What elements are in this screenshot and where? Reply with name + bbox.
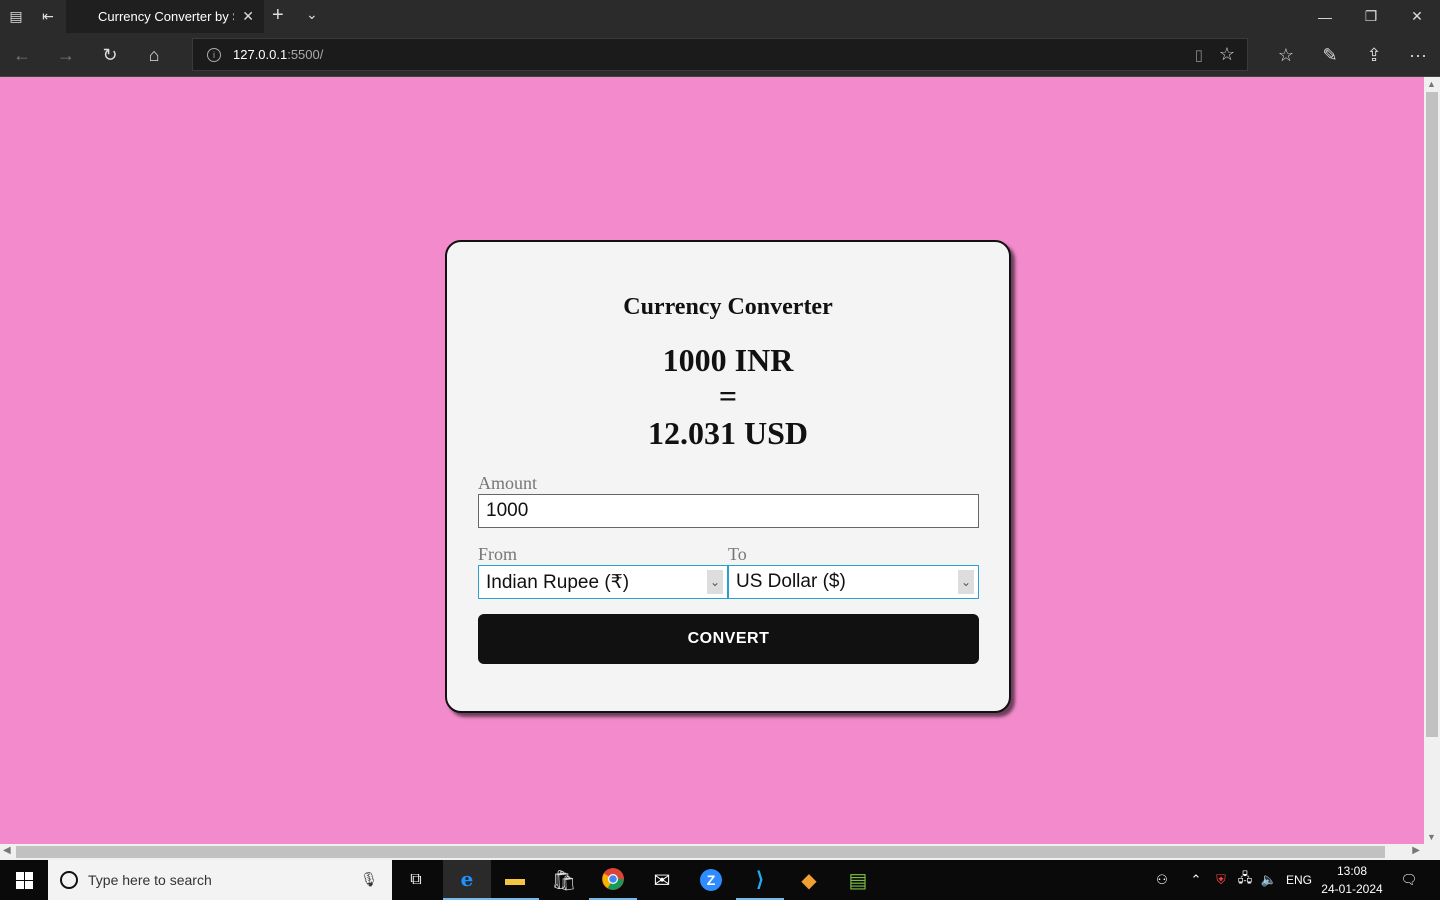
result-to-amount: 12.031 USD [647, 415, 808, 451]
browser-tab[interactable]: Currency Converter by S ✕ [66, 0, 264, 33]
scroll-down-icon[interactable]: ▼ [1427, 832, 1436, 842]
clock-date: 24-01-2024 [1321, 882, 1383, 896]
volume-icon[interactable]: 🔈 [1258, 860, 1280, 900]
from-label: From [478, 544, 518, 564]
address-bar[interactable]: i 127.0.0.1:5500/ ▯ ☆ [192, 38, 1248, 71]
notepad-icon[interactable]: ▤ [834, 860, 882, 900]
chevron-down-icon[interactable]: ⌄ [306, 6, 318, 23]
chevron-up-icon[interactable]: ⌃ [1186, 860, 1206, 900]
to-label: To [728, 544, 747, 564]
chevron-down-icon: ⌄ [958, 570, 974, 594]
mail-icon[interactable]: ✉ [638, 860, 686, 900]
amount-label: Amount [478, 473, 538, 493]
task-view-icon[interactable]: ⧉ [392, 860, 440, 900]
scroll-left-icon[interactable]: ◀ [3, 845, 11, 856]
new-tab-icon[interactable]: + [272, 4, 284, 27]
result-equals: = [718, 378, 738, 414]
cortana-icon [60, 871, 78, 889]
forward-icon[interactable]: → [44, 33, 88, 77]
result-from-amount: 1000 INR [662, 342, 794, 378]
close-tab-icon[interactable]: ✕ [242, 8, 254, 25]
taskbar: Type here to search 🎙 ⧉ e ▬ 🛍 ✉ Z ⟩ ◆ ▤ … [0, 860, 1440, 900]
file-explorer-icon[interactable]: ▬ [491, 860, 539, 900]
zoom-icon[interactable]: Z [687, 860, 735, 900]
minimize-icon[interactable]: — [1302, 0, 1348, 33]
favorites-icon[interactable]: ☆ [1264, 33, 1308, 77]
conversion-result: 1000 INR = 12.031 USD [447, 342, 1009, 452]
page-viewport: Currency Converter 1000 INR = 12.031 USD… [0, 77, 1424, 844]
set-aside-tabs-icon[interactable]: ⇤ [32, 0, 64, 33]
page-title: Currency Converter [623, 294, 833, 320]
svg-text:Z: Z [707, 872, 716, 888]
chevron-down-icon: ⌄ [707, 570, 723, 594]
more-icon[interactable]: ··· [1396, 33, 1440, 77]
converter-card: Currency Converter 1000 INR = 12.031 USD… [445, 240, 1011, 713]
restore-icon[interactable]: ❐ [1348, 0, 1394, 33]
horizontal-scrollbar[interactable]: ◀ ▶ [0, 844, 1440, 860]
pen-notes-icon[interactable]: ✎ [1308, 33, 1352, 77]
horizontal-scroll-thumb[interactable] [16, 846, 1385, 858]
windows-logo-icon [15, 871, 33, 889]
info-icon[interactable]: i [207, 47, 221, 62]
amount-input[interactable]: 1000 [478, 494, 979, 528]
home-icon[interactable]: ⌂ [132, 33, 176, 77]
clock-time: 13:08 [1336, 864, 1368, 878]
microphone-icon[interactable]: 🎙 [360, 871, 378, 888]
tab-title: Currency Converter by S [98, 9, 234, 24]
clock[interactable]: 13:08 24-01-2024 [1316, 862, 1388, 898]
chrome-icon[interactable] [589, 860, 637, 900]
edge-icon[interactable]: e [443, 860, 491, 900]
url-host: 127.0.0.1 [233, 47, 288, 62]
reading-view-icon[interactable]: ▯ [1195, 46, 1203, 64]
taskbar-search[interactable]: Type here to search 🎙 [48, 860, 392, 900]
store-icon[interactable]: 🛍 [540, 860, 588, 900]
start-button[interactable] [0, 860, 48, 900]
vertical-scroll-thumb[interactable] [1426, 92, 1438, 737]
git-icon[interactable]: ◆ [785, 860, 833, 900]
browser-nav-bar: ← → ↻ ⌂ i 127.0.0.1:5500/ ▯ ☆ ☆ ✎ ⇪ ··· [0, 33, 1440, 77]
security-icon[interactable]: ⛨ [1210, 860, 1232, 900]
language-indicator[interactable]: ENG [1284, 860, 1314, 900]
scroll-up-icon[interactable]: ▲ [1427, 79, 1436, 89]
vscode-icon[interactable]: ⟩ [736, 860, 784, 900]
scroll-right-icon[interactable]: ▶ [1412, 845, 1420, 856]
back-icon[interactable]: ← [0, 33, 44, 77]
search-placeholder: Type here to search [88, 872, 212, 888]
convert-button[interactable]: CONVERT [478, 614, 979, 664]
to-currency-value: US Dollar ($) [736, 571, 846, 592]
favorite-star-icon[interactable]: ☆ [1219, 44, 1235, 65]
browser-tab-bar: ▤ ⇤ Currency Converter by S ✕ + ⌄ — ❐ ✕ [0, 0, 1440, 33]
from-currency-value: Indian Rupee (₹) [486, 571, 630, 593]
people-icon[interactable]: ⚇ [1148, 860, 1176, 900]
tab-actions-icon[interactable]: ▤ [0, 0, 32, 33]
from-currency-select[interactable]: Indian Rupee (₹) ⌄ [478, 565, 728, 599]
close-window-icon[interactable]: ✕ [1394, 0, 1440, 33]
notifications-icon[interactable]: 🗨 [1394, 860, 1424, 900]
url-path: :5500/ [287, 47, 324, 62]
vertical-scrollbar[interactable]: ▲ ▼ [1424, 77, 1440, 844]
refresh-icon[interactable]: ↻ [88, 33, 132, 77]
share-icon[interactable]: ⇪ [1352, 33, 1396, 77]
to-currency-select[interactable]: US Dollar ($) ⌄ [728, 565, 979, 599]
network-icon[interactable]: 🖧 [1234, 860, 1256, 900]
